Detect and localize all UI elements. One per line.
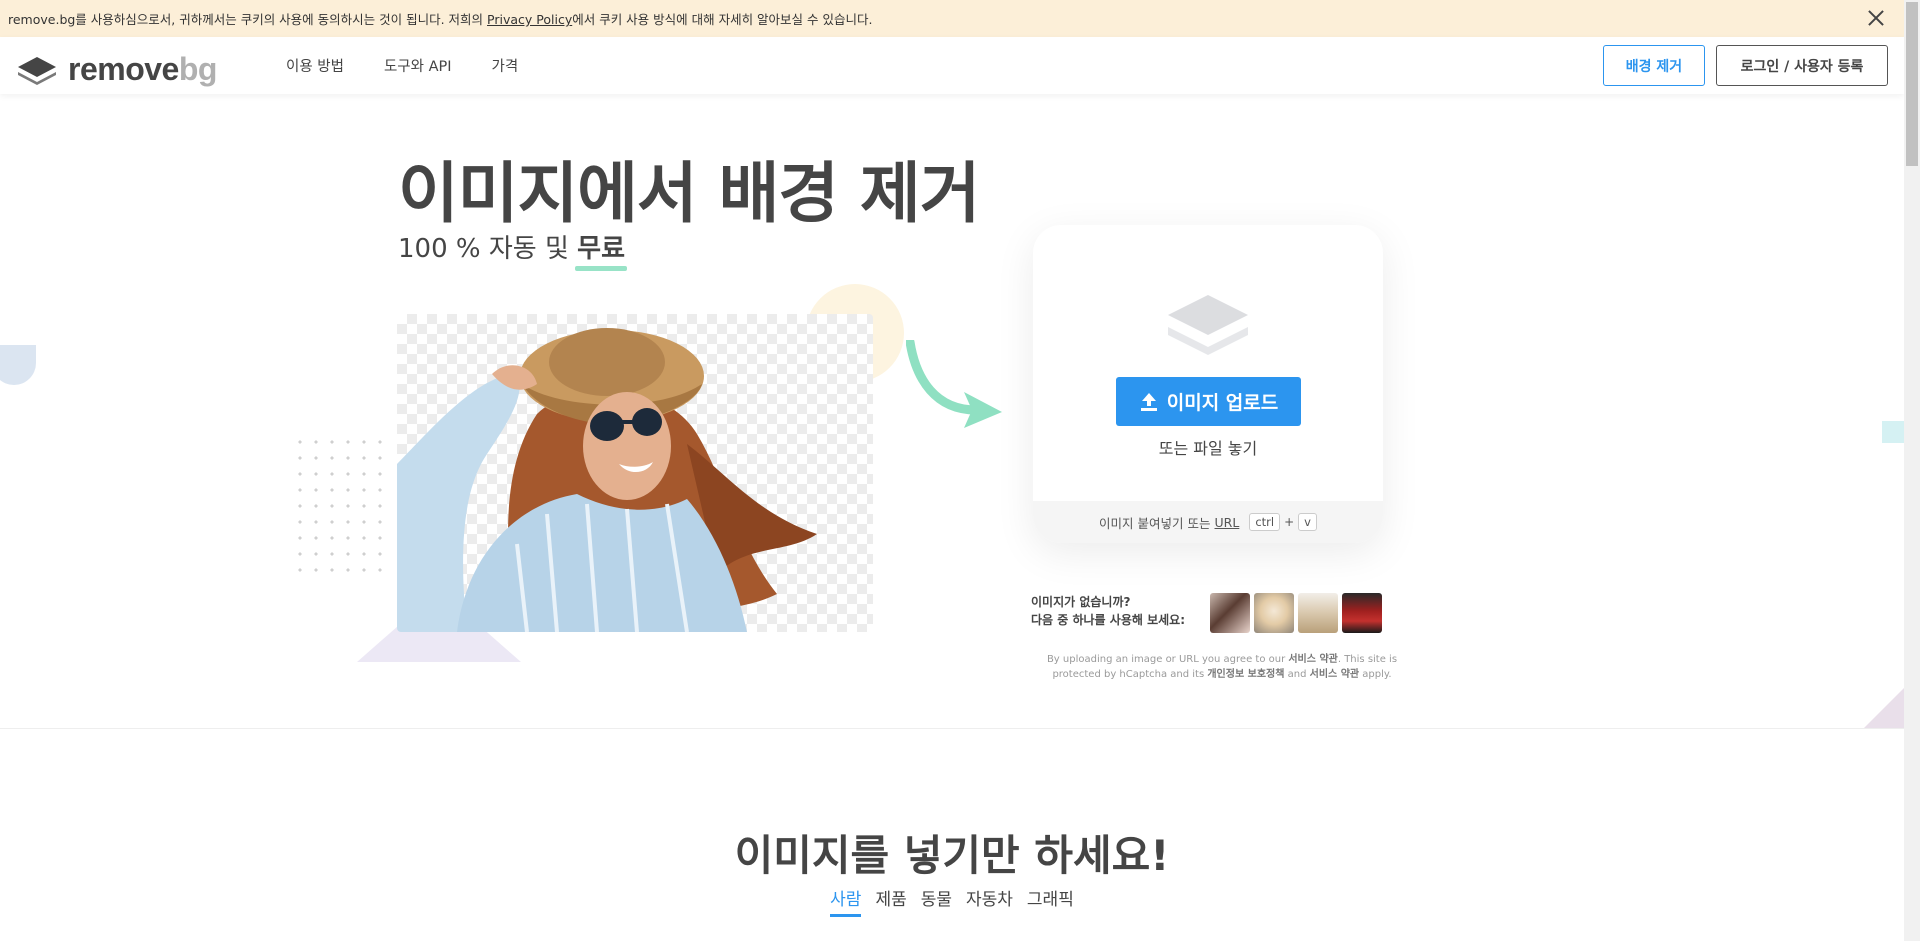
close-icon[interactable] — [1866, 8, 1886, 28]
decor-dots — [292, 434, 392, 582]
key-ctrl: ctrl — [1249, 513, 1281, 531]
no-image-prompt: 이미지가 없습니까? 다음 중 하나를 사용해 보세요: — [1031, 595, 1185, 627]
hero-subtitle: 100 % 자동 및 무료 — [398, 228, 627, 271]
layers-icon — [1168, 295, 1248, 355]
upload-image-button[interactable]: 이미지 업로드 — [1116, 377, 1301, 426]
scrollbar-thumb[interactable] — [1906, 2, 1918, 166]
sample-image-product[interactable] — [1298, 593, 1338, 633]
page-title: 이미지에서 배경 제거 — [398, 155, 980, 232]
sample-images — [1210, 593, 1382, 633]
scrollbar[interactable] — [1904, 0, 1920, 941]
privacy-policy-link[interactable]: Privacy Policy — [487, 12, 572, 27]
tab-graphics[interactable]: 그래픽 — [1027, 885, 1074, 917]
cookie-bar: remove.bg를 사용하심으로서, 귀하께서는 쿠키의 사용에 동의하시는 … — [0, 0, 1904, 37]
decor-corner — [1864, 688, 1904, 728]
remove-background-button[interactable]: 배경 제거 — [1603, 45, 1705, 86]
cookie-text: remove.bg를 사용하심으로서, 귀하께서는 쿠키의 사용에 동의하시는 … — [8, 12, 873, 27]
paste-row: 이미지 붙여넣기 또는 URL ctrl + v — [1033, 501, 1383, 543]
header: removebg 이용 방법 도구와 API 가격 배경 제거 로그인 / 사용… — [0, 37, 1904, 94]
terms-link[interactable]: 서비스 약관 — [1288, 654, 1337, 665]
logo-text: removebg — [68, 51, 217, 87]
nav-how-to[interactable]: 이용 방법 — [286, 55, 344, 76]
tab-people[interactable]: 사람 — [830, 885, 862, 917]
section-title: 이미지를 넣기만 하세요! — [734, 831, 1170, 880]
upload-card[interactable]: 이미지 업로드 또는 파일 놓기 이미지 붙여넣기 또는 URL ctrl + … — [1033, 225, 1383, 543]
tab-cars[interactable]: 자동차 — [966, 885, 1013, 917]
upload-icon — [1140, 392, 1157, 411]
legal-text: By uploading an image or URL you agree t… — [1046, 654, 1398, 680]
sample-image-car[interactable] — [1342, 593, 1382, 633]
tab-animals[interactable]: 동물 — [921, 885, 952, 917]
logo[interactable]: removebg — [16, 51, 217, 88]
privacy-link[interactable]: 개인정보 보호정책 — [1207, 669, 1284, 680]
nav-pricing[interactable]: 가격 — [492, 55, 519, 76]
free-highlight: 무료 — [575, 228, 627, 271]
tab-products[interactable]: 제품 — [875, 885, 906, 917]
nav-tools-api[interactable]: 도구와 API — [384, 55, 452, 76]
hero-example-image — [397, 314, 873, 632]
main-nav: 이용 방법 도구와 API 가격 — [286, 37, 558, 94]
section-divider — [0, 728, 1904, 729]
key-v: v — [1298, 513, 1317, 531]
drop-file-text: 또는 파일 놓기 — [1158, 439, 1258, 458]
sample-image-person[interactable] — [1210, 593, 1250, 633]
sample-image-dog[interactable] — [1254, 593, 1294, 633]
decor-half-circle — [0, 345, 36, 385]
category-tabs: 사람 제품 동물 자동차 그래픽 — [0, 885, 1904, 917]
logo-layers-icon — [18, 56, 56, 85]
arrow-icon — [906, 340, 1002, 428]
terms-link-2[interactable]: 서비스 약관 — [1310, 669, 1359, 680]
paste-url-link[interactable]: URL — [1215, 515, 1240, 530]
decor-square — [1882, 421, 1904, 443]
login-signup-button[interactable]: 로그인 / 사용자 등록 — [1716, 45, 1888, 86]
